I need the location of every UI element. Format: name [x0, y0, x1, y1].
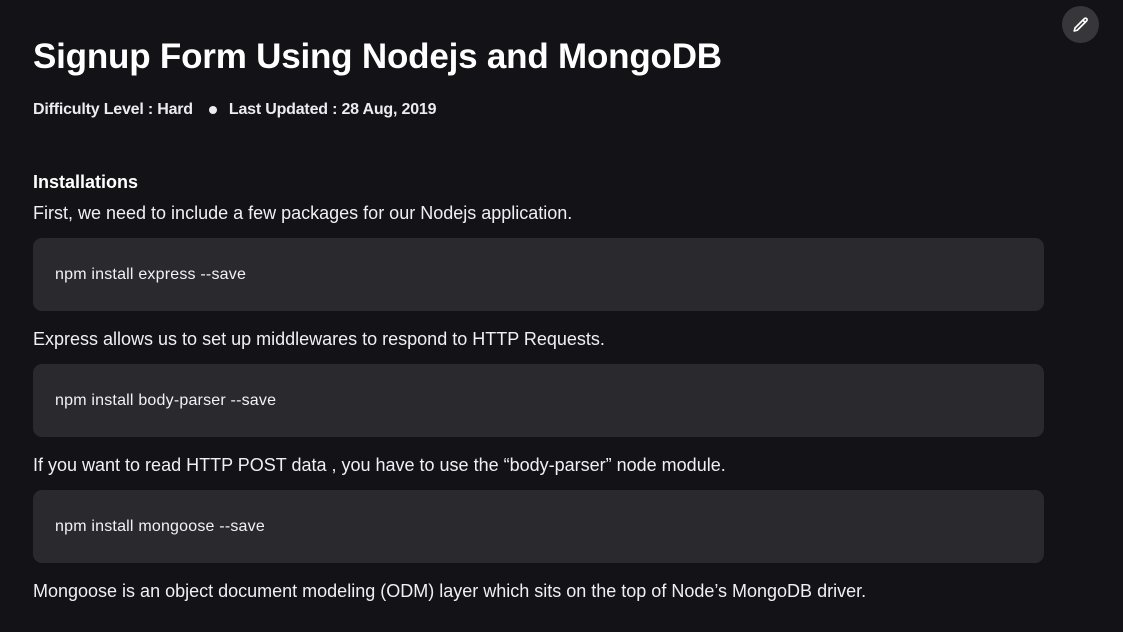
code-text[interactable]: npm install mongoose --save	[55, 518, 265, 536]
meta-separator-dot	[208, 106, 217, 114]
code-block[interactable]: npm install express --save	[33, 238, 1044, 311]
paragraph: If you want to read HTTP POST data , you…	[33, 455, 726, 475]
paragraph: First, we need to include a few packages…	[33, 203, 573, 223]
article-page: Signup Form Using Nodejs and MongoDB Dif…	[0, 0, 1123, 632]
code-text[interactable]: npm install body-parser --save	[55, 392, 276, 410]
paragraph: Mongoose is an object document modeling …	[33, 581, 867, 601]
code-text[interactable]: npm install express --save	[55, 266, 246, 284]
paragraph: Express allows us to set up middlewares …	[33, 329, 605, 349]
pencil-icon	[1072, 16, 1090, 34]
code-block[interactable]: npm install mongoose --save	[33, 490, 1044, 563]
difficulty-level: Difficulty Level : Hard	[33, 101, 193, 118]
article-meta: Difficulty Level : Hard Last Updated : 2…	[33, 100, 436, 120]
edit-button[interactable]	[1062, 6, 1099, 43]
page-title: Signup Form Using Nodejs and MongoDB	[33, 37, 722, 76]
code-block[interactable]: npm install body-parser --save	[33, 364, 1044, 437]
last-updated: Last Updated : 28 Aug, 2019	[228, 101, 437, 118]
section-heading: Installations	[33, 172, 139, 192]
